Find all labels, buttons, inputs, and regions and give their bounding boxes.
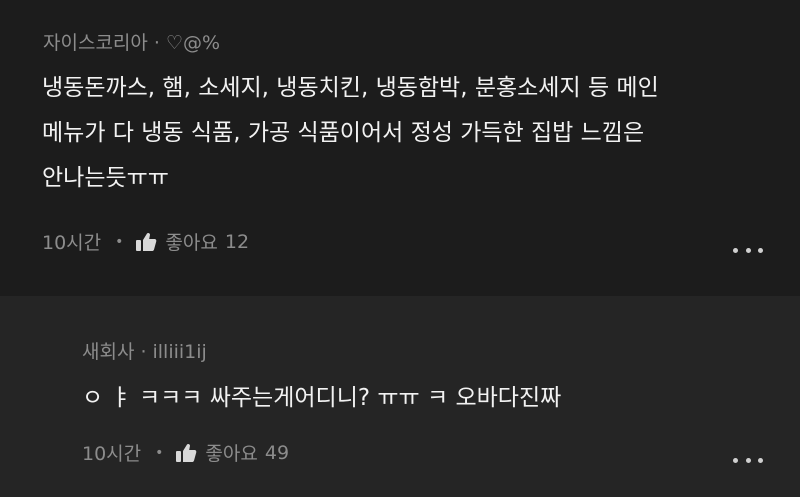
comment-meta: 10시간 • 좋아요 12 — [42, 228, 249, 255]
thumbs-up-icon[interactable] — [135, 232, 157, 252]
more-dots-icon[interactable] — [733, 245, 763, 255]
author-separator: · — [153, 32, 160, 54]
like-label: 좋아요 — [165, 232, 218, 254]
comment-time: 10시간 — [42, 232, 102, 254]
comment-author-line: 새회사 · illiii1ij — [82, 337, 207, 364]
comment: 자이스코리아 · ♡@% 냉동돈까스, 햄, 소세지, 냉동치킨, 냉동함박, 분홍… — [0, 0, 800, 296]
comment-meta: 10시간 • 좋아요 49 — [82, 439, 289, 466]
comment-line: 메뉴가 다 냉동 식품, 가공 식품이어서 정성 가득한 집밥 느낌은 — [42, 120, 645, 146]
like-count: 12 — [224, 230, 250, 253]
comment-line: 냉동돈까스, 햄, 소세지, 냉동치킨, 냉동함박, 분홍소세지 등 메인 — [42, 75, 659, 101]
comment-line: 안나는듯ㅠㅠ — [42, 165, 169, 191]
like-label: 좋아요 — [205, 443, 258, 465]
author-name[interactable]: 자이스코리아 — [43, 32, 148, 54]
like-count: 49 — [264, 441, 290, 464]
more-dots-icon[interactable] — [733, 455, 763, 465]
author-separator: · — [140, 341, 147, 363]
author-handle: ♡@% — [165, 32, 221, 54]
author-name[interactable]: 새회사 — [82, 341, 134, 363]
thumbs-up-icon[interactable] — [175, 443, 197, 463]
meta-separator: • — [155, 444, 164, 461]
comment-body: ㅇ ㅑ ㅋㅋㅋ 싸주는게어디니? ㅠㅠ ㅋ 오바다진짜 — [82, 376, 561, 421]
author-handle: illiii1ij — [152, 341, 207, 363]
comment-line: ㅇ ㅑ ㅋㅋㅋ 싸주는게어디니? ㅠㅠ ㅋ 오바다진짜 — [82, 385, 562, 411]
comment-body: 냉동돈까스, 햄, 소세지, 냉동치킨, 냉동함박, 분홍소세지 등 메인 메뉴… — [42, 66, 659, 201]
comment-author-line: 자이스코리아 · ♡@% — [43, 28, 220, 55]
comment-time: 10시간 — [82, 443, 142, 465]
reply-comment: 새회사 · illiii1ij ㅇ ㅑ ㅋㅋㅋ 싸주는게어디니? ㅠㅠ ㅋ 오바다진… — [0, 296, 800, 497]
meta-separator: • — [115, 233, 124, 250]
